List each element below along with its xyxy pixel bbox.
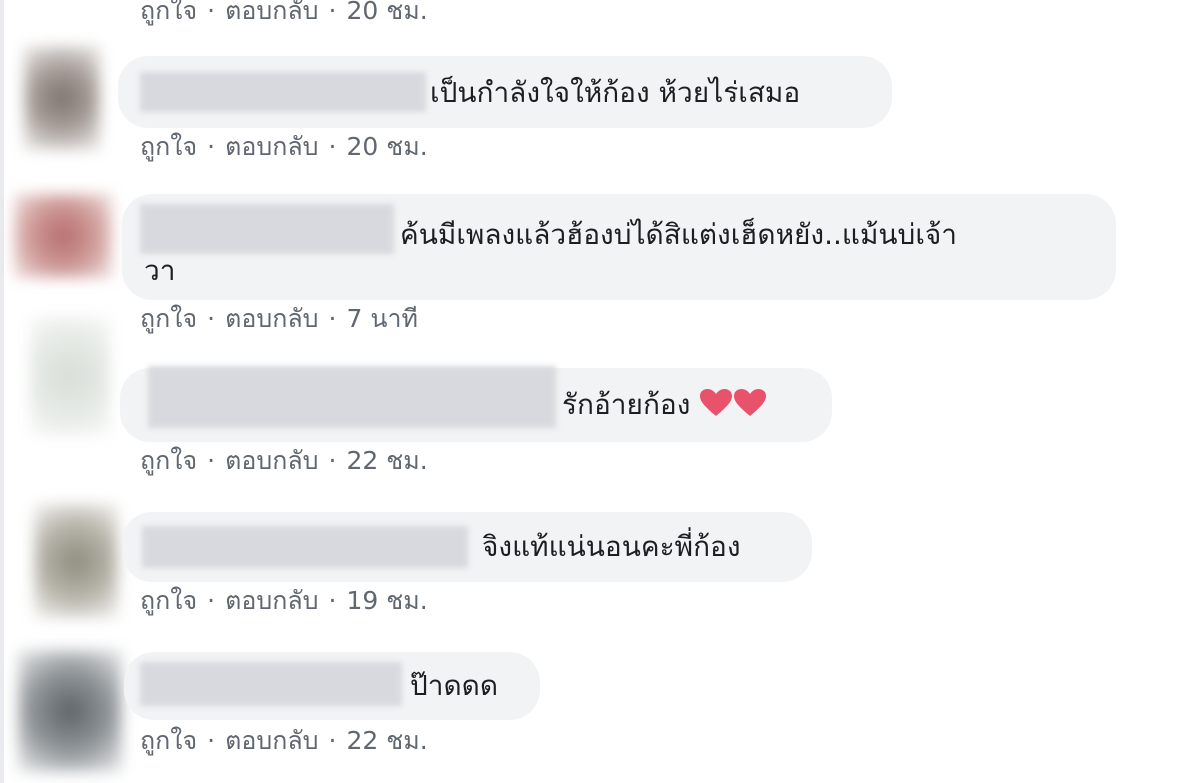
separator-dot: · (328, 0, 337, 25)
like-link[interactable]: ถูกใจ (140, 0, 197, 26)
reply-link[interactable]: ตอบกลับ (225, 726, 318, 756)
commenter-name-blurred[interactable] (140, 662, 402, 706)
like-link[interactable]: ถูกใจ (140, 446, 197, 476)
separator-dot: · (207, 586, 216, 615)
commenter-name-blurred[interactable] (140, 204, 394, 254)
comment-bubble: ค้นมีเพลงแล้วฮ้องบ่ได้สิแต่งเฮ็ดหยัง..แม… (122, 194, 1116, 300)
commenter-avatar[interactable] (30, 316, 110, 436)
page-left-border (0, 0, 4, 783)
comment-timestamp[interactable]: 20 ชม. (347, 132, 428, 162)
reply-link[interactable]: ตอบกลับ (225, 446, 318, 476)
comment-text: ป๊าดดด (410, 669, 499, 702)
commenter-name-blurred[interactable] (140, 72, 426, 112)
separator-dot: · (207, 0, 216, 25)
separator-dot: · (328, 446, 337, 475)
comment-text-line-1: ค้นมีเพลงแล้วฮ้องบ่ได้สิแต่งเฮ็ดหยัง..แม… (400, 218, 958, 251)
comment-text: เป็นกำลังใจให้ก้อง ห้วยไร่เสมอ (430, 76, 801, 109)
like-link[interactable]: ถูกใจ (140, 726, 197, 756)
like-link[interactable]: ถูกใจ (140, 132, 197, 162)
separator-dot: · (328, 726, 337, 755)
heart-emoji (733, 388, 767, 428)
reply-link[interactable]: ตอบกลับ (225, 586, 318, 616)
separator-dot: · (207, 726, 216, 755)
separator-dot: · (328, 132, 337, 161)
commenter-name-blurred[interactable] (142, 526, 468, 568)
comment-text: จิงแท้แน่นอนคะพี่ก้อง (482, 530, 741, 563)
comment-actions: ถูกใจ · ตอบกลับ · 20 ชม. (140, 132, 428, 162)
like-link[interactable]: ถูกใจ (140, 586, 197, 616)
separator-dot: · (207, 304, 216, 333)
comment-timestamp[interactable]: 20 ชม. (347, 0, 428, 26)
reply-link[interactable]: ตอบกลับ (225, 132, 318, 162)
separator-dot: · (207, 132, 216, 161)
separator-dot: · (207, 446, 216, 475)
comment-timestamp[interactable]: 22 ชม. (347, 726, 428, 756)
comment-bubble: เป็นกำลังใจให้ก้อง ห้วยไร่เสมอ (118, 56, 892, 128)
reply-link[interactable]: ตอบกลับ (225, 304, 318, 334)
comment-actions: ถูกใจ · ตอบกลับ · 22 ชม. (140, 726, 428, 756)
commenter-name-blurred[interactable] (148, 366, 556, 428)
comment-actions: ถูกใจ · ตอบกลับ · 22 ชม. (140, 446, 428, 476)
comment-timestamp[interactable]: 22 ชม. (347, 446, 428, 476)
commenter-avatar[interactable] (34, 504, 118, 618)
commenter-avatar[interactable] (14, 194, 112, 278)
comment-actions: ถูกใจ · ตอบกลับ · 20 ชม. (140, 0, 428, 26)
reply-link[interactable]: ตอบกลับ (225, 0, 318, 26)
comment-text-line-2: วา (144, 254, 176, 287)
comment-bubble: รักอ้ายก้อง (120, 366, 832, 442)
separator-dot: · (328, 304, 337, 333)
separator-dot: · (328, 586, 337, 615)
commenter-avatar[interactable] (24, 46, 100, 150)
heart-emoji (699, 388, 733, 428)
comment-actions: ถูกใจ · ตอบกลับ · 7 นาที (140, 304, 418, 334)
comment-bubble: ป๊าดดด (124, 652, 540, 720)
comment-bubble: จิงแท้แน่นอนคะพี่ก้อง (122, 512, 812, 582)
like-link[interactable]: ถูกใจ (140, 304, 197, 334)
comment-text-body: รักอ้ายก้อง (562, 388, 691, 421)
comment-timestamp[interactable]: 7 นาที (347, 304, 418, 334)
comment-timestamp[interactable]: 19 ชม. (347, 586, 428, 616)
comment-actions: ถูกใจ · ตอบกลับ · 19 ชม. (140, 586, 428, 616)
comment-text: รักอ้ายก้อง (562, 386, 767, 428)
commenter-avatar[interactable] (18, 650, 122, 772)
